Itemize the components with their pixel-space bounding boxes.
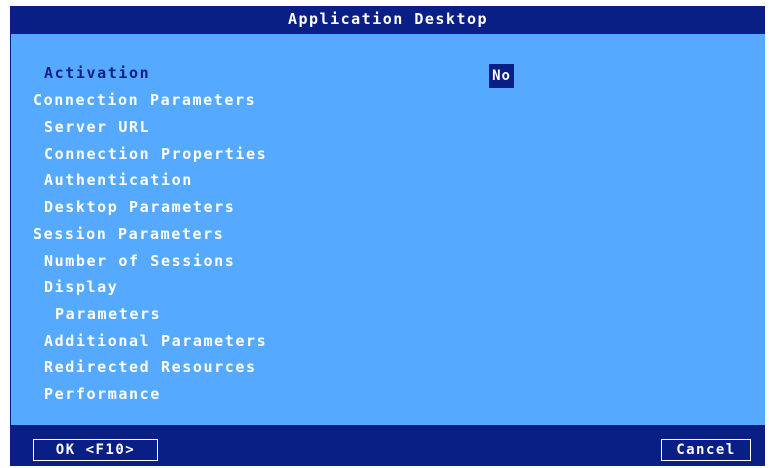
menu-item-connection-properties[interactable]: Connection Properties: [44, 145, 267, 163]
section-connection-parameters: Connection Parameters: [33, 91, 257, 109]
menu-item-additional-parameters[interactable]: Additional Parameters: [44, 332, 267, 350]
menu-item-number-of-sessions[interactable]: Number of Sessions: [44, 252, 235, 270]
section-session-parameters: Session Parameters: [33, 225, 225, 243]
activation-value-field[interactable]: No: [489, 64, 514, 88]
title-bar: Application Desktop: [11, 6, 765, 34]
cancel-button[interactable]: Cancel: [661, 439, 751, 461]
ok-button[interactable]: OK <F10>: [33, 439, 158, 461]
button-bar: OK <F10> Cancel: [11, 425, 765, 466]
menu-item-redirected-resources[interactable]: Redirected Resources: [44, 358, 257, 376]
menu-item-authentication[interactable]: Authentication: [44, 171, 193, 189]
menu-item-display-parameters[interactable]: Parameters: [55, 305, 161, 323]
menu-item-display[interactable]: Display: [44, 278, 118, 296]
menu-item-server-url[interactable]: Server URL: [44, 118, 150, 136]
dialog-title: Application Desktop: [287, 10, 489, 28]
application-desktop-dialog: Application Desktop Activation No Connec…: [10, 6, 765, 466]
activation-label[interactable]: Activation: [44, 64, 150, 82]
menu-item-desktop-parameters[interactable]: Desktop Parameters: [44, 198, 235, 216]
menu-item-performance[interactable]: Performance: [44, 385, 161, 403]
